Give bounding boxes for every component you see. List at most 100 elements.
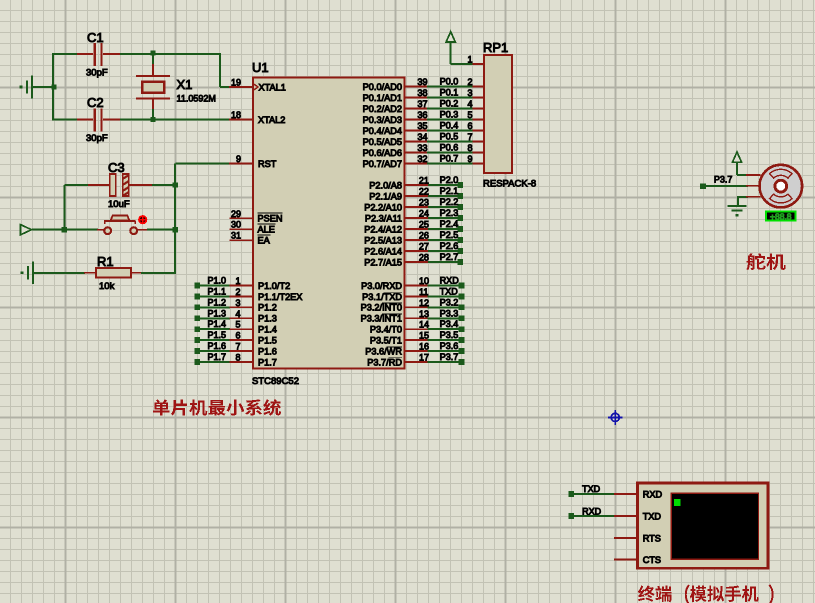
- svg-text:30pF: 30pF: [86, 133, 108, 144]
- svg-text:27: 27: [419, 242, 429, 252]
- svg-text:P2.5: P2.5: [440, 230, 459, 240]
- svg-text:P0.4/AD4: P0.4/AD4: [363, 126, 402, 136]
- svg-text:26: 26: [419, 231, 429, 241]
- svg-text:22: 22: [419, 187, 429, 197]
- svg-text:RXD: RXD: [582, 506, 602, 516]
- svg-text:P2.0/A8: P2.0/A8: [369, 180, 402, 190]
- svg-text:RST: RST: [258, 159, 277, 169]
- svg-text:P2.3/A11: P2.3/A11: [365, 213, 402, 223]
- svg-text:XTAL1: XTAL1: [259, 82, 286, 92]
- svg-text:24: 24: [419, 209, 429, 219]
- svg-text:28: 28: [419, 253, 429, 263]
- svg-text:+88.8: +88.8: [770, 212, 792, 222]
- svg-text:P3.6/WR: P3.6/WR: [365, 346, 402, 356]
- svg-text:35: 35: [418, 121, 428, 131]
- svg-text:P0.3: P0.3: [440, 110, 459, 120]
- svg-text:12: 12: [419, 298, 429, 308]
- svg-text:P1.4: P1.4: [258, 325, 277, 335]
- svg-text:P0.7: P0.7: [440, 154, 459, 164]
- svg-text:6: 6: [467, 121, 472, 131]
- svg-text:1: 1: [235, 276, 240, 286]
- svg-text:10uF: 10uF: [108, 199, 130, 210]
- svg-text:P1.3: P1.3: [258, 314, 277, 324]
- svg-text:4: 4: [235, 309, 240, 319]
- svg-text:P2.6: P2.6: [440, 241, 459, 251]
- svg-text:P2.3: P2.3: [440, 208, 459, 218]
- svg-text:11: 11: [419, 287, 428, 297]
- svg-text:RXD: RXD: [643, 489, 663, 499]
- svg-text:34: 34: [418, 132, 428, 142]
- svg-text:P1.6: P1.6: [258, 346, 277, 356]
- svg-text:X1: X1: [177, 77, 193, 92]
- svg-text:P2.2: P2.2: [440, 197, 459, 207]
- svg-text:P0.0/AD0: P0.0/AD0: [363, 82, 402, 92]
- svg-text:8: 8: [235, 352, 240, 362]
- svg-text:C2: C2: [87, 95, 104, 110]
- svg-text:P2.7/A15: P2.7/A15: [364, 257, 402, 267]
- svg-text:P3.3/INT1: P3.3/INT1: [361, 314, 402, 324]
- svg-text:RP1: RP1: [483, 40, 508, 55]
- svg-text:XTAL2: XTAL2: [258, 115, 285, 125]
- svg-text:U1: U1: [252, 60, 269, 75]
- svg-text:4: 4: [467, 99, 472, 109]
- svg-text:TXD: TXD: [582, 484, 601, 494]
- svg-text:P1.5: P1.5: [258, 336, 277, 346]
- svg-text:36: 36: [418, 110, 428, 120]
- svg-text:P3.2: P3.2: [440, 297, 459, 307]
- svg-text:P2.1/A9: P2.1/A9: [369, 191, 402, 201]
- svg-text:P1.0: P1.0: [207, 276, 226, 286]
- svg-text:P3.7/RD: P3.7/RD: [367, 357, 402, 367]
- svg-text:16: 16: [419, 342, 429, 352]
- svg-text:P3.6: P3.6: [440, 341, 459, 351]
- svg-text:P1.2: P1.2: [207, 297, 226, 307]
- svg-text:P2.2/A10: P2.2/A10: [364, 202, 402, 212]
- svg-text:15: 15: [419, 331, 429, 341]
- svg-text:39: 39: [418, 77, 428, 87]
- svg-text:TXD: TXD: [643, 511, 662, 521]
- svg-text:23: 23: [419, 198, 429, 208]
- svg-text:ALE: ALE: [258, 225, 275, 235]
- svg-text:P0.1/AD1: P0.1/AD1: [363, 93, 402, 103]
- svg-text:P3.7: P3.7: [714, 174, 733, 184]
- svg-text:P2.4/A12: P2.4/A12: [364, 224, 402, 234]
- svg-text:14: 14: [419, 320, 429, 330]
- svg-text:29: 29: [231, 209, 241, 219]
- svg-text:P1.4: P1.4: [207, 319, 226, 329]
- svg-text:7: 7: [235, 342, 240, 352]
- svg-text:P0.7/AD7: P0.7/AD7: [363, 159, 402, 169]
- svg-text:1: 1: [467, 54, 472, 64]
- svg-text:C1: C1: [87, 30, 104, 45]
- svg-text:P1.7: P1.7: [207, 352, 226, 362]
- svg-text:7: 7: [467, 132, 472, 142]
- svg-text:3: 3: [235, 298, 240, 308]
- svg-text:18: 18: [231, 110, 241, 120]
- svg-text:32: 32: [418, 154, 428, 164]
- svg-text:P3.4: P3.4: [440, 319, 459, 329]
- svg-text:P3.0/RXD: P3.0/RXD: [361, 281, 402, 291]
- svg-text:PSEN: PSEN: [258, 214, 283, 224]
- svg-text:8: 8: [467, 143, 472, 153]
- svg-text:P0.6/AD6: P0.6/AD6: [363, 148, 402, 158]
- svg-text:RESPACK-8: RESPACK-8: [483, 179, 536, 190]
- svg-text:P1.5: P1.5: [207, 330, 226, 340]
- svg-text:RTS: RTS: [643, 533, 661, 543]
- svg-text:P1.0/T2: P1.0/T2: [258, 281, 290, 291]
- svg-text:P3.7: P3.7: [440, 352, 459, 362]
- svg-text:17: 17: [419, 352, 429, 362]
- svg-text:P3.5/T1: P3.5/T1: [370, 336, 402, 346]
- svg-text:P1.1: P1.1: [207, 286, 226, 296]
- svg-text:21: 21: [419, 176, 429, 186]
- svg-text:P1.2: P1.2: [258, 303, 277, 313]
- svg-text:P2.6/A14: P2.6/A14: [364, 246, 402, 256]
- svg-text:3: 3: [467, 88, 472, 98]
- svg-text:P3.1/TXD: P3.1/TXD: [362, 292, 402, 302]
- svg-text:37: 37: [418, 99, 428, 109]
- svg-text:9: 9: [236, 154, 241, 164]
- svg-text:P0.2/AD2: P0.2/AD2: [363, 104, 402, 114]
- svg-text:CTS: CTS: [643, 555, 661, 565]
- svg-text:P3.4/T0: P3.4/T0: [370, 325, 402, 335]
- svg-text:P0.5/AD5: P0.5/AD5: [363, 137, 402, 147]
- svg-text:31: 31: [231, 231, 241, 241]
- svg-text:P2.7: P2.7: [440, 252, 459, 262]
- svg-text:P3.2/INT0: P3.2/INT0: [361, 303, 402, 313]
